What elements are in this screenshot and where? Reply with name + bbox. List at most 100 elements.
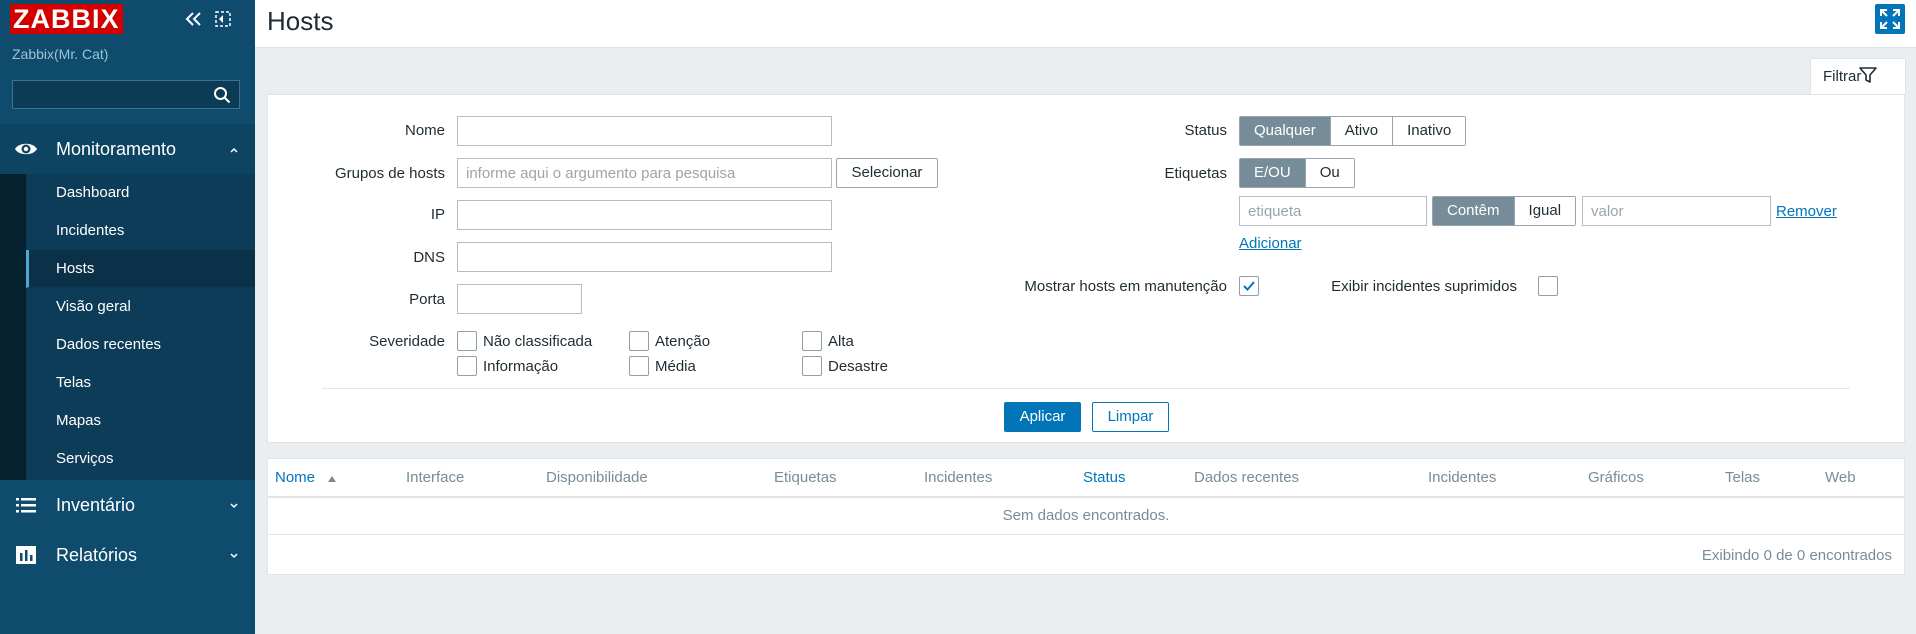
sidebar-item-visao-geral[interactable]: Visão geral <box>26 288 255 326</box>
chevron-down-icon <box>230 553 238 559</box>
filter-icon[interactable] <box>1859 66 1877 84</box>
suppressed-checkbox[interactable] <box>1538 276 1558 296</box>
severity-information-checkbox[interactable] <box>457 356 477 376</box>
select-host-groups-button[interactable]: Selecionar <box>836 158 938 188</box>
chevron-down-icon <box>230 503 238 509</box>
chevron-up-icon <box>230 147 238 153</box>
sidebar-item-incidentes[interactable]: Incidentes <box>26 212 255 250</box>
menu-reports[interactable]: Relatórios <box>0 530 255 580</box>
port-label: Porta <box>409 291 445 308</box>
sidebar-item-label: Dashboard <box>56 184 130 201</box>
tag-name-input[interactable] <box>1239 196 1427 226</box>
host-groups-label: Grupos de hosts <box>334 165 445 182</box>
tags-label: Etiquetas <box>1164 165 1227 182</box>
column-header-interface: Interface <box>406 469 465 486</box>
sidebar-item-dashboard[interactable]: Dashboard <box>26 174 255 212</box>
menu-reports-label: Relatórios <box>56 544 138 565</box>
tag-operator-equals[interactable]: Igual <box>1514 197 1576 225</box>
name-input[interactable] <box>457 116 832 146</box>
add-tag-link[interactable]: Adicionar <box>1239 235 1302 252</box>
name-label: Nome <box>404 122 445 139</box>
filter-divider <box>322 388 1850 389</box>
column-header-tags: Etiquetas <box>774 469 837 486</box>
column-header-name[interactable]: Nome <box>275 469 336 486</box>
sidebar-item-telas[interactable]: Telas <box>26 364 255 402</box>
sidebar-item-label: Telas <box>56 374 92 391</box>
sidebar-item-label: Incidentes <box>56 222 125 239</box>
kiosk-mode-button[interactable] <box>1875 4 1905 34</box>
column-header-latest-data: Dados recentes <box>1194 469 1300 486</box>
sidebar-item-servicos[interactable]: Serviços <box>26 440 255 480</box>
menu-inventory[interactable]: Inventário <box>0 480 255 530</box>
sidebar: ZABBIX Zabbix(Mr. Cat) Monitoramento Das… <box>0 0 255 634</box>
page-title: Hosts <box>267 6 334 36</box>
severity-label-item: Alta <box>828 333 854 350</box>
checkmark-icon <box>1243 281 1255 291</box>
status-segmented-control: Qualquer Ativo Inativo <box>1239 116 1467 146</box>
tags-mode-segmented-control: E/OU Ou <box>1239 158 1355 188</box>
collapse-sidebar-icon[interactable] <box>183 10 203 28</box>
column-header-availability: Disponibilidade <box>546 469 648 486</box>
status-label: Status <box>1184 122 1227 139</box>
sidebar-item-mapas[interactable]: Mapas <box>26 402 255 440</box>
no-data-message: Sem dados encontrados. <box>1002 507 1170 524</box>
table-row-divider <box>268 534 1904 535</box>
sidebar-item-hosts[interactable]: Hosts <box>26 250 255 288</box>
sort-ascending-icon <box>328 476 336 482</box>
tags-mode-or[interactable]: Ou <box>1305 159 1354 187</box>
server-name: Zabbix(Mr. Cat) <box>12 46 109 62</box>
tag-value-input[interactable] <box>1582 196 1771 226</box>
menu-monitoring-label: Monitoramento <box>56 138 177 159</box>
severity-warning-checkbox[interactable] <box>629 331 649 351</box>
sidebar-item-label: Serviços <box>56 450 114 467</box>
list-icon <box>16 498 36 513</box>
maintenance-label: Mostrar hosts em manutenção <box>1024 278 1227 295</box>
sidebar-search-input[interactable] <box>12 80 240 109</box>
column-header-status[interactable]: Status <box>1083 469 1126 486</box>
port-input[interactable] <box>457 284 582 314</box>
severity-label-item: Desastre <box>828 358 889 375</box>
column-header-web: Web <box>1825 469 1856 486</box>
reset-button[interactable]: Limpar <box>1092 402 1169 432</box>
sidebar-item-dados-recentes[interactable]: Dados recentes <box>26 326 255 364</box>
severity-label-item: Atenção <box>655 333 711 350</box>
tag-operator-contains[interactable]: Contêm <box>1433 197 1515 225</box>
severity-disaster-checkbox[interactable] <box>802 356 822 376</box>
ip-input[interactable] <box>457 200 832 230</box>
column-header-problems: Incidentes <box>924 469 993 486</box>
column-header-problems-2: Incidentes <box>1428 469 1497 486</box>
status-option-any[interactable]: Qualquer <box>1240 117 1331 145</box>
status-option-enabled[interactable]: Ativo <box>1330 117 1394 145</box>
menu-monitoring[interactable]: Monitoramento <box>0 124 255 174</box>
filter-tab[interactable]: Filtrar <box>1810 58 1906 94</box>
fullscreen-icon <box>1880 9 1900 29</box>
tag-operator-segmented-control: Contêm Igual <box>1432 196 1577 226</box>
remove-tag-link[interactable]: Remover <box>1776 203 1837 220</box>
sidebar-item-label: Mapas <box>56 412 102 429</box>
hide-sidebar-icon[interactable] <box>214 10 232 28</box>
suppressed-label: Exibir incidentes suprimidos <box>1331 278 1517 295</box>
severity-high-checkbox[interactable] <box>802 331 822 351</box>
zabbix-logo[interactable]: ZABBIX <box>10 4 123 34</box>
severity-average-checkbox[interactable] <box>629 356 649 376</box>
ip-label: IP <box>430 206 445 223</box>
eye-icon <box>15 143 37 155</box>
search-icon[interactable] <box>213 86 231 104</box>
filter-tab-label: Filtrar <box>1823 68 1862 85</box>
sidebar-item-label: Hosts <box>56 260 95 277</box>
tags-mode-and-or[interactable]: E/OU <box>1240 159 1306 187</box>
status-option-disabled[interactable]: Inativo <box>1393 117 1466 145</box>
sidebar-item-label: Visão geral <box>56 298 131 315</box>
severity-label-item: Não classificada <box>483 333 593 350</box>
menu-inventory-label: Inventário <box>56 494 136 515</box>
maintenance-checkbox[interactable] <box>1239 276 1259 296</box>
apply-button[interactable]: Aplicar <box>1004 402 1081 432</box>
severity-not-classified-checkbox[interactable] <box>457 331 477 351</box>
column-header-label: Nome <box>275 469 316 486</box>
table-header-divider <box>268 496 1904 498</box>
dns-input[interactable] <box>457 242 832 272</box>
severity-label: Severidade <box>369 333 445 350</box>
severity-label-item: Média <box>655 358 696 375</box>
host-groups-input[interactable] <box>457 158 832 188</box>
page-header: Hosts <box>255 0 1916 48</box>
